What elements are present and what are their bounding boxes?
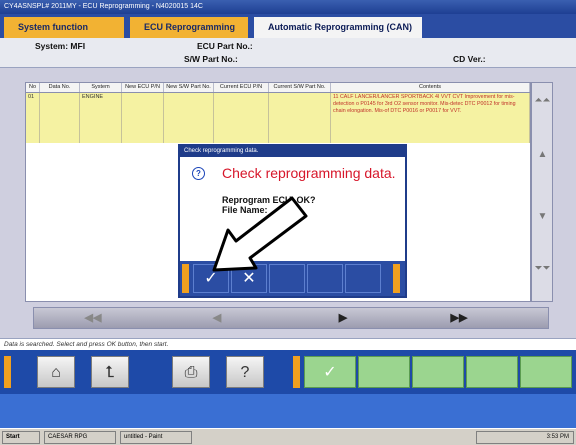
app-window: CY4ASNSPL# 2011MY - ECU Reprogramming - … (0, 0, 576, 445)
pointer-arrow-icon (212, 196, 308, 272)
